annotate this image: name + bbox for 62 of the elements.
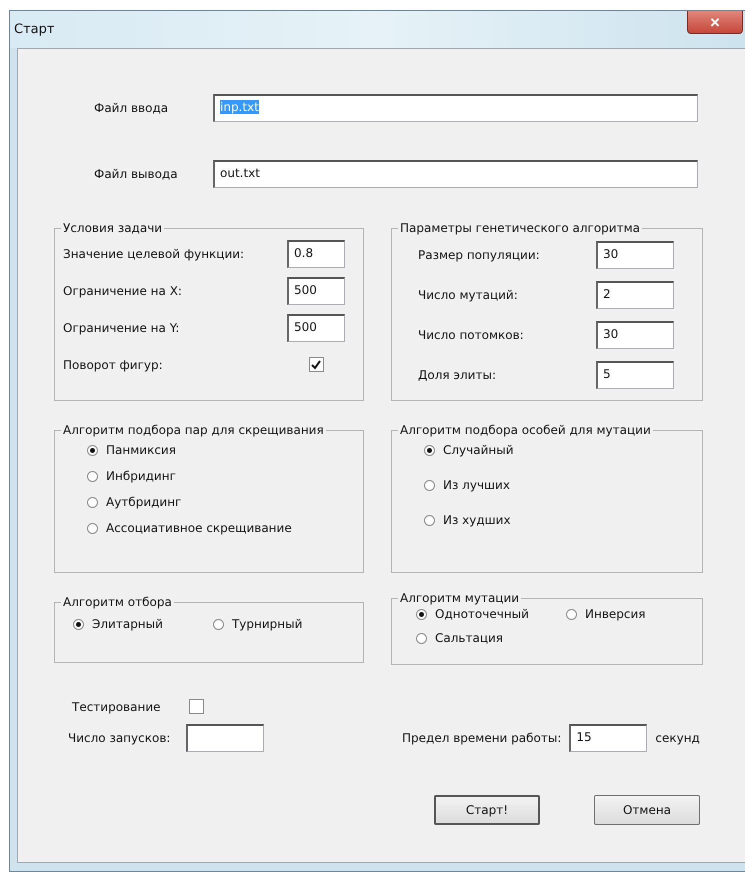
group-title: Алгоритм мутации — [399, 591, 520, 605]
radio-button[interactable] — [87, 496, 98, 508]
window-title: Старт — [13, 22, 54, 37]
radio-button[interactable] — [73, 618, 84, 630]
radio-label[interactable]: Инбридинг — [106, 469, 176, 483]
radio-button[interactable] — [212, 618, 224, 630]
group-title: Алгоритм подбора пар для скрещивания — [62, 423, 325, 437]
field-label: Файл вывода — [94, 167, 179, 181]
text-field[interactable]: 15 — [569, 724, 648, 752]
text-field[interactable]: 500 — [287, 276, 345, 304]
checkbox[interactable] — [188, 699, 204, 714]
radio-button[interactable] — [87, 522, 98, 534]
close-button[interactable]: × — [687, 11, 743, 34]
radio-label[interactable]: Случайный — [443, 443, 514, 457]
radio-button[interactable] — [424, 444, 435, 456]
radio-label[interactable]: Аутбридинг — [106, 495, 182, 509]
field-label: Число потомков: — [418, 328, 525, 342]
text-field[interactable]: 30 — [596, 241, 674, 269]
group-title: Алгоритм подбора особей для мутации — [399, 423, 652, 437]
text-field[interactable]: 500 — [287, 314, 345, 342]
checkbox[interactable] — [308, 357, 324, 372]
radio-label[interactable]: Панмиксия — [106, 443, 176, 457]
checkbox-label: Тестирование — [72, 700, 161, 714]
radio-button[interactable] — [424, 480, 435, 490]
radio-button[interactable] — [416, 632, 427, 644]
text-field[interactable]: out.txt — [213, 160, 698, 188]
radio-label[interactable]: Сальтация — [435, 631, 504, 645]
text-field[interactable]: 5 — [596, 361, 674, 389]
radio-label[interactable]: Одноточечный — [435, 607, 529, 621]
field-label: Предел времени работы: — [402, 731, 562, 745]
radio-label[interactable]: Из лучших — [443, 478, 510, 492]
radio-label[interactable]: Инверсия — [585, 607, 646, 621]
cancel-button[interactable]: Отмена — [594, 795, 700, 825]
field-label: Ограничение на Y: — [63, 320, 180, 334]
unit-label: секунд — [655, 731, 700, 745]
radio-button[interactable] — [566, 608, 577, 620]
checkbox-label: Поворот фигур: — [63, 358, 163, 372]
field-value: out.txt — [220, 166, 260, 180]
field-label: Число запусков: — [68, 731, 170, 745]
field-label: Файл ввода — [94, 101, 170, 115]
start-button[interactable]: Старт! — [434, 795, 540, 825]
radio-button[interactable] — [424, 514, 435, 526]
text-field[interactable] — [186, 724, 264, 752]
radio-button[interactable] — [416, 608, 427, 620]
radio-label[interactable]: Из худших — [443, 513, 511, 527]
field-label: Значение целевой функции: — [63, 246, 244, 260]
radio-label[interactable]: Ассоциативное скрещивание — [106, 521, 292, 535]
field-label: Размер популяции: — [418, 248, 541, 262]
group-title: Алгоритм отбора — [62, 595, 173, 609]
radio-button[interactable] — [87, 444, 98, 456]
radio-label[interactable]: Элитарный — [92, 617, 163, 631]
text-field[interactable]: 30 — [596, 321, 674, 349]
field-label: Число мутаций: — [418, 288, 519, 302]
radio-button[interactable] — [87, 470, 98, 482]
field-label: Ограничение на X: — [63, 284, 182, 298]
field-label: Доля элиты: — [418, 368, 497, 382]
group-title: Условия задачи — [62, 221, 164, 235]
field-value: inp.txt — [220, 100, 259, 114]
text-field[interactable]: 0.8 — [287, 240, 345, 268]
radio-label[interactable]: Турнирный — [232, 617, 302, 631]
group-title: Параметры генетического алгоритма — [399, 221, 641, 235]
text-field[interactable]: 2 — [596, 281, 674, 309]
